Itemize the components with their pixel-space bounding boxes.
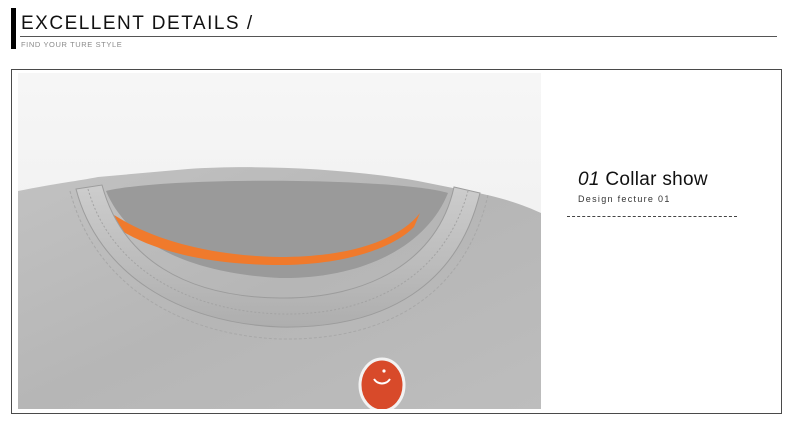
header-divider (20, 36, 777, 37)
feature-title: 01 Collar show (578, 169, 708, 191)
feature-dashed-divider (567, 216, 737, 217)
feature-subtitle: Design fecture 01 (578, 194, 671, 204)
section-subtitle: FIND YOUR TURE STYLE (21, 40, 123, 49)
header-accent-bar (11, 8, 16, 49)
feature-title-text: Collar show (599, 169, 708, 190)
feature-number: 01 (578, 169, 600, 190)
section-title: EXCELLENT DETAILS / (21, 13, 254, 34)
collar-photo (18, 73, 541, 409)
